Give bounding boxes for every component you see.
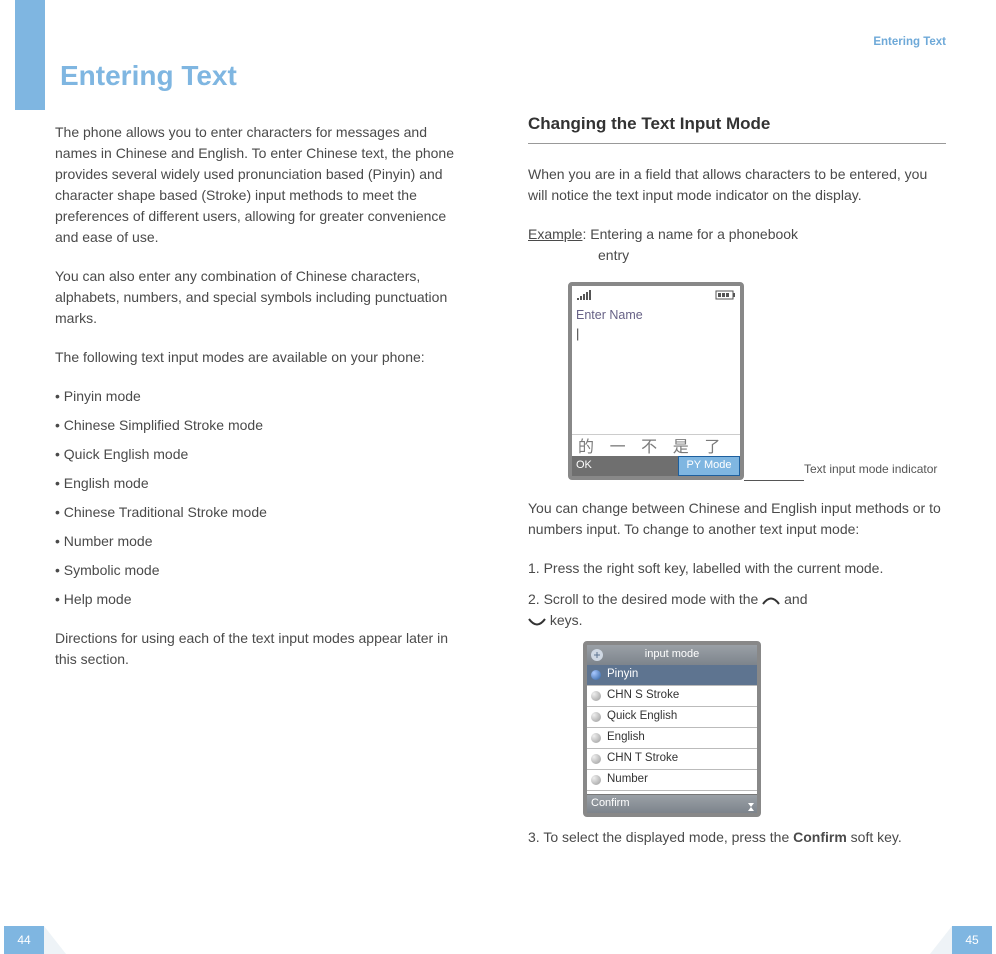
callout-text-input-mode: Text input mode indicator: [804, 460, 944, 480]
list-item: • English mode: [55, 473, 468, 494]
example-line: Example: Entering a name for a phonebook…: [528, 224, 946, 266]
menu-item-label: Number: [607, 771, 648, 788]
candidate-bar: 的 一 不 是 了: [572, 434, 740, 456]
menu-title: input mode: [645, 646, 699, 663]
step-2c: keys.: [550, 612, 583, 628]
list-item: • Number mode: [55, 531, 468, 552]
list-item: • Help mode: [55, 589, 468, 610]
step-3: 3. To select the displayed mode, press t…: [528, 827, 946, 848]
example-label: Example: [528, 226, 582, 242]
callout-leader-line: [744, 480, 804, 481]
menu-item-pinyin[interactable]: Pinyin: [587, 665, 757, 686]
menu-item-label: English: [607, 729, 645, 746]
list-item: • Symbolic mode: [55, 560, 468, 581]
screen-field-title: Enter Name: [576, 306, 736, 325]
scroll-arrow-icon: [748, 800, 753, 808]
step-3b: soft key.: [847, 829, 902, 845]
intro-para-2: You can also enter any combination of Ch…: [55, 266, 468, 329]
input-modes-list: • Pinyin mode • Chinese Simplified Strok…: [55, 386, 468, 610]
radio-icon: [591, 712, 601, 722]
page-number-left: 44: [4, 926, 44, 954]
callout-label: Text input mode indicator: [804, 462, 937, 476]
radio-icon: [591, 754, 601, 764]
intro-para-1: The phone allows you to enter characters…: [55, 122, 468, 248]
step-1: 1. Press the right soft key, labelled wi…: [528, 558, 946, 579]
menu-item-number[interactable]: Number: [587, 770, 757, 791]
step-2b: and: [784, 591, 807, 607]
list-item: • Chinese Traditional Stroke mode: [55, 502, 468, 523]
menu-item-quick-english[interactable]: Quick English: [587, 707, 757, 728]
radio-icon: [591, 691, 601, 701]
step-3a: 3. To select the displayed mode, press t…: [528, 829, 793, 845]
section-title: Changing the Text Input Mode: [528, 111, 946, 144]
menu-title-icon: [590, 648, 604, 662]
list-item: • Chinese Simplified Stroke mode: [55, 415, 468, 436]
phone-screen-enter-name: Enter Name | 的 一 不 是 了 OK PY Mode: [568, 282, 744, 480]
after-screen-para: You can change between Chinese and Engli…: [528, 498, 946, 540]
intro-para-3: The following text input modes are avail…: [55, 347, 468, 368]
list-item: • Pinyin mode: [55, 386, 468, 407]
menu-item-label: Quick English: [607, 708, 677, 725]
menu-item-english[interactable]: English: [587, 728, 757, 749]
menu-item-label: Pinyin: [607, 666, 638, 683]
page-corner-decoration: [930, 926, 952, 954]
intro-para-4: Directions for using each of the text in…: [55, 628, 468, 670]
step-3-keyword: Confirm: [793, 829, 847, 845]
radio-icon: [591, 670, 601, 680]
menu-item-label: CHN T Stroke: [607, 750, 678, 767]
battery-icon: [715, 289, 737, 301]
page-corner-decoration: [44, 926, 66, 954]
softkey-ok[interactable]: OK: [572, 456, 678, 476]
phone-screen-input-mode-menu: input mode Pinyin CHN S Stroke Quick Eng…: [583, 641, 761, 817]
nav-up-icon: [762, 589, 780, 610]
radio-icon: [591, 733, 601, 743]
menu-item-label: CHN S Stroke: [607, 687, 679, 704]
softkey-confirm[interactable]: Confirm: [591, 795, 630, 812]
example-sub: entry: [528, 245, 946, 266]
section-intro: When you are in a field that allows char…: [528, 164, 946, 206]
menu-item-chn-t-stroke[interactable]: CHN T Stroke: [587, 749, 757, 770]
signal-icon: [575, 288, 599, 302]
radio-icon: [591, 775, 601, 785]
example-text: : Entering a name for a phonebook: [582, 226, 798, 242]
softkey-input-mode[interactable]: PY Mode: [678, 456, 740, 476]
top-accent-bar: [15, 0, 45, 110]
menu-item-chn-s-stroke[interactable]: CHN S Stroke: [587, 686, 757, 707]
running-header: Entering Text: [873, 34, 946, 51]
step-2: 2. Scroll to the desired mode with the a…: [528, 589, 946, 631]
list-item: • Quick English mode: [55, 444, 468, 465]
step-2a: 2. Scroll to the desired mode with the: [528, 591, 762, 607]
page-title: Entering Text: [60, 55, 468, 97]
nav-down-icon: [528, 610, 546, 631]
text-cursor: |: [576, 324, 736, 336]
page-number-right: 45: [952, 926, 992, 954]
